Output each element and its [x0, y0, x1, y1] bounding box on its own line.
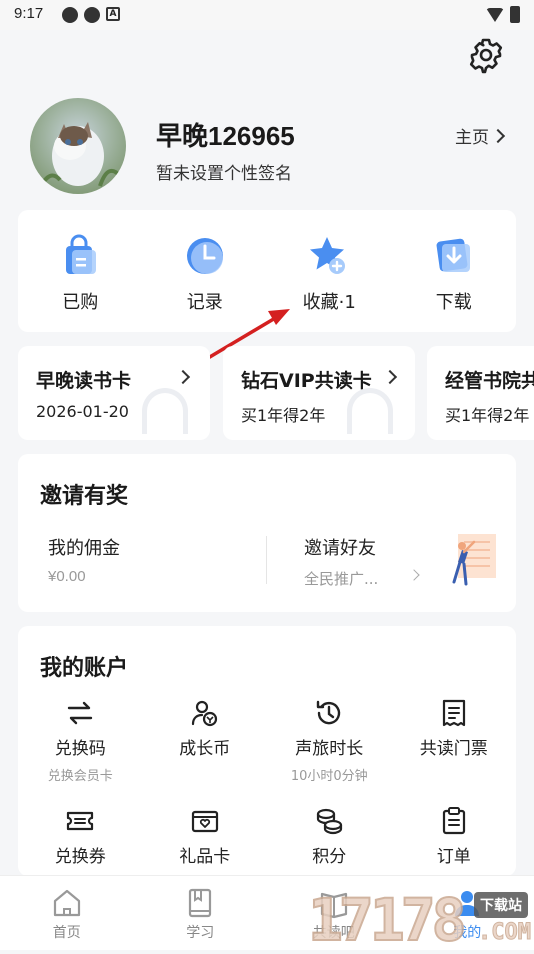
growth-coin-icon — [190, 698, 220, 728]
quick-purchased[interactable]: 已购 — [18, 210, 143, 332]
watermark-suffix: .COM — [478, 920, 531, 945]
chevron-right-icon — [491, 128, 505, 142]
invite-title: 邀请有奖 — [40, 478, 128, 510]
coupon-icon — [65, 806, 95, 836]
vip-card-title: 钻石VIP共读卡 — [241, 366, 372, 393]
invite-card: 邀请有奖 我的佣金 ¥0.00 邀请好友 全民推广... — [18, 454, 516, 612]
settings-dot-icon — [84, 7, 100, 23]
cat-photo — [30, 98, 126, 194]
headphone-icon — [142, 388, 188, 434]
quick-purchased-label: 已购 — [62, 288, 98, 314]
watermark-badge: 下载站 — [474, 892, 528, 918]
account-item-growth-coin[interactable]: 成长币 — [143, 698, 268, 796]
nickname: 早晚126965 — [156, 116, 295, 153]
vip-card-sub: 2026-01-20 — [36, 402, 129, 421]
tab-home[interactable]: 首页 — [0, 876, 134, 950]
ticket-receipt-icon — [439, 698, 469, 728]
account-title: 我的账户 — [40, 650, 128, 682]
account-card: 我的账户 兑换码 兑换会员卡 成长币 声旅时长 — [18, 626, 516, 876]
home-icon — [50, 886, 84, 920]
status-left-icons: A — [62, 7, 120, 23]
tab-study[interactable]: 学习 — [134, 876, 268, 950]
vip-card-title: 经管书院共 — [445, 366, 534, 393]
account-item-sub: 10小时0分钟 — [291, 765, 368, 784]
status-bar: 9:17 A — [0, 0, 534, 30]
chevron-right-icon — [383, 370, 397, 384]
quick-download-label: 下载 — [436, 288, 472, 314]
settings-dot-icon — [62, 7, 78, 23]
chevron-right-icon — [408, 569, 419, 580]
wifi-icon — [486, 8, 504, 22]
download-icon — [432, 234, 476, 278]
vip-card-zaowan[interactable]: 早晚读书卡 2026-01-20 — [18, 346, 210, 440]
purchased-bag-icon — [58, 234, 102, 278]
account-item-label: 成长币 — [179, 734, 230, 759]
vip-card-sub: 买1年得2年 — [445, 402, 529, 426]
invite-friends-label[interactable]: 邀请好友 — [304, 534, 376, 560]
time-history-icon — [314, 698, 344, 728]
avatar[interactable] — [30, 98, 126, 194]
chevron-right-icon — [176, 370, 190, 384]
divider — [266, 536, 267, 584]
account-item-label: 礼品卡 — [179, 842, 230, 867]
invite-friends-sub: 全民推广... — [304, 568, 378, 589]
book-icon — [183, 886, 217, 920]
history-clock-icon — [183, 234, 227, 278]
tab-label: 学习 — [186, 922, 214, 942]
homepage-label: 主页 — [455, 123, 489, 148]
vip-card-management[interactable]: 经管书院共 买1年得2年 — [427, 346, 534, 440]
account-item-label: 订单 — [437, 842, 471, 867]
settings-gear-icon[interactable] — [468, 38, 504, 74]
account-grid: 兑换码 兑换会员卡 成长币 声旅时长 10小时0分钟 — [18, 698, 516, 904]
points-coins-icon — [314, 806, 344, 836]
site-watermark: 17178 下载站 .COM — [308, 882, 534, 950]
account-item-label: 积分 — [312, 842, 346, 867]
account-item-label: 共读门票 — [420, 734, 488, 759]
account-item-label: 兑换码 — [55, 734, 106, 759]
status-time: 9:17 — [14, 5, 43, 22]
homepage-link[interactable]: 主页 — [455, 123, 503, 148]
signature[interactable]: 暂未设置个性签名 — [156, 159, 292, 184]
account-item-redeem-code[interactable]: 兑换码 兑换会员卡 — [18, 698, 143, 796]
account-item-sub: 兑换会员卡 — [48, 765, 113, 784]
exchange-arrows-icon — [65, 698, 95, 728]
vip-card-title: 早晚读书卡 — [36, 366, 131, 393]
invite-illustration — [442, 532, 498, 588]
status-right-icons — [486, 6, 520, 23]
order-clipboard-icon — [439, 806, 469, 836]
tab-label: 首页 — [53, 922, 81, 942]
favorite-star-icon — [307, 234, 351, 278]
commission-value: ¥0.00 — [48, 568, 86, 585]
vip-card-sub: 买1年得2年 — [241, 402, 325, 426]
account-item-listen-time[interactable]: 声旅时长 10小时0分钟 — [267, 698, 392, 796]
watermark-number: 17178 — [308, 890, 463, 950]
gift-card-icon — [190, 806, 220, 836]
commission-label[interactable]: 我的佣金 — [48, 534, 120, 560]
battery-icon — [510, 6, 520, 23]
quick-favorite-label: 收藏·1 — [303, 288, 356, 314]
vip-card-row: 早晚读书卡 2026-01-20 钻石VIP共读卡 买1年得2年 经管书院共 买… — [18, 346, 534, 440]
quick-download[interactable]: 下载 — [392, 210, 517, 332]
account-item-ticket[interactable]: 共读门票 — [392, 698, 517, 796]
headphone-icon — [347, 388, 393, 434]
vip-card-diamond[interactable]: 钻石VIP共读卡 买1年得2年 — [223, 346, 415, 440]
a-badge-icon: A — [106, 7, 120, 21]
account-item-label: 兑换券 — [55, 842, 106, 867]
account-item-label: 声旅时长 — [295, 734, 363, 759]
